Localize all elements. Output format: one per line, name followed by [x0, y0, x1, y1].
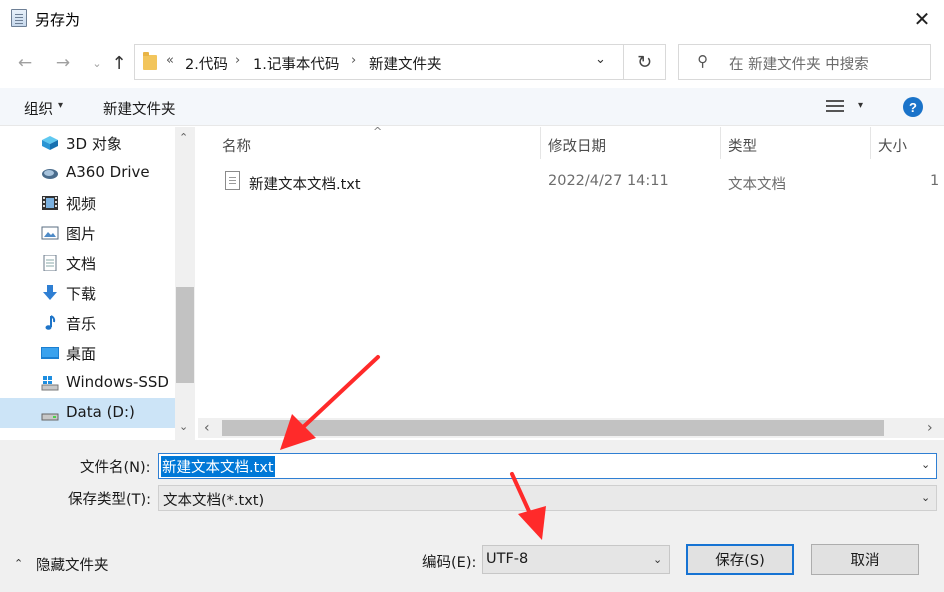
filetype-value: 文本文档(*.txt)	[163, 493, 265, 509]
encoding-dropdown-icon[interactable]: ⌄	[653, 553, 662, 566]
cloud-drive-icon	[42, 169, 58, 179]
breadcrumb-item[interactable]: 1.记事本代码	[253, 53, 339, 74]
filename-dropdown-icon[interactable]: ⌄	[921, 458, 930, 471]
command-toolbar: 组织 ▾ 新建文件夹 ▾ ?	[0, 88, 944, 126]
column-divider[interactable]	[870, 127, 871, 159]
file-type-cell: 文本文档	[728, 177, 786, 193]
scroll-left-icon[interactable]: ‹	[204, 420, 210, 436]
refresh-button[interactable]: ↻	[624, 44, 666, 80]
scroll-down-icon[interactable]: ⌄	[179, 420, 188, 433]
address-dropdown-icon[interactable]: ⌄	[595, 52, 606, 67]
sidebar-item-a360-drive[interactable]: A360 Drive	[0, 158, 175, 188]
column-header-name[interactable]: 名称	[222, 135, 251, 156]
sidebar-item-label: 下载	[66, 285, 97, 303]
sidebar-scrollbar[interactable]	[175, 127, 195, 440]
filename-label: 文件名(N):	[80, 460, 151, 476]
sidebar-item-desktop[interactable]: 桌面	[0, 338, 175, 368]
navigation-bar: ← → ⌄ ↑ « 2.代码 › 1.记事本代码 › 新建文件夹 ⌄ ↻ ⚲ 在…	[0, 38, 944, 88]
file-modified-cell: 2022/4/27 14:11	[548, 173, 669, 189]
file-list: ^ 名称 修改日期 类型 大小 新建文本文档.txt 2022/4/27 14:…	[198, 125, 944, 440]
sidebar-item-downloads[interactable]: 下载	[0, 278, 175, 308]
filetype-dropdown-icon[interactable]: ⌄	[921, 491, 930, 504]
breadcrumb-item[interactable]: 新建文件夹	[369, 53, 442, 74]
notepad-icon	[11, 9, 27, 27]
folder-icon	[143, 52, 157, 70]
forward-button[interactable]: →	[50, 50, 76, 76]
help-icon[interactable]: ?	[903, 97, 923, 117]
sidebar-item-label: 文档	[66, 255, 97, 273]
column-header-type[interactable]: 类型	[728, 135, 757, 156]
filename-value: 新建文本文档.txt	[161, 456, 275, 477]
close-button[interactable]: ✕	[900, 0, 944, 38]
sort-ascending-icon: ^	[373, 125, 383, 138]
sidebar-item-label: 视频	[66, 195, 97, 213]
encoding-select[interactable]: UTF-8 ⌄	[482, 545, 670, 574]
organize-caret-icon[interactable]: ▾	[58, 100, 63, 111]
sidebar-item-label: 音乐	[66, 315, 97, 333]
new-folder-button[interactable]: 新建文件夹	[103, 98, 176, 119]
column-divider[interactable]	[540, 127, 541, 159]
sidebar-item-pictures[interactable]: 图片	[0, 218, 175, 248]
windows-drive-icon	[41, 376, 59, 391]
sidebar-scroll-thumb[interactable]	[176, 287, 194, 383]
search-icon: ⚲	[697, 52, 708, 70]
chevron-up-icon[interactable]: ⌃	[14, 557, 23, 570]
back-button[interactable]: ←	[12, 50, 38, 76]
sidebar-item-music[interactable]: 音乐	[0, 308, 175, 338]
sidebar-item-label: 桌面	[66, 345, 97, 363]
save-button[interactable]: 保存(S)	[686, 544, 794, 575]
hide-folders-button[interactable]: 隐藏文件夹	[36, 554, 109, 575]
file-name-cell: 新建文本文档.txt	[249, 177, 361, 193]
filename-field[interactable]: 新建文本文档.txt ⌄	[158, 453, 937, 479]
save-form: 文件名(N): 新建文本文档.txt ⌄ 保存类型(T): 文本文档(*.txt…	[0, 440, 944, 592]
horizontal-scrollbar[interactable]: ‹ ›	[198, 418, 944, 438]
title-bar: 另存为 ✕	[0, 0, 944, 38]
download-icon	[43, 285, 57, 300]
sidebar-item-label: 3D 对象	[66, 135, 122, 153]
breadcrumb-separator[interactable]: ›	[351, 53, 356, 68]
filetype-select[interactable]: 文本文档(*.txt) ⌄	[158, 485, 937, 511]
search-placeholder: 在 新建文件夹 中搜索	[729, 57, 869, 73]
sidebar-item-3d-objects[interactable]: 3D 对象	[0, 128, 175, 158]
sidebar-item-label: Windows-SSD (	[66, 373, 180, 391]
window-title: 另存为	[35, 11, 81, 29]
navigation-pane: 3D 对象 A360 Drive 视频 图片 文档 下载 音乐 桌面 Windo…	[0, 127, 198, 440]
column-header-size[interactable]: 大小	[878, 135, 907, 156]
sidebar-item-label: Data (D:)	[66, 403, 135, 421]
filetype-label: 保存类型(T):	[68, 492, 152, 508]
column-divider[interactable]	[720, 127, 721, 159]
text-file-icon	[225, 171, 240, 190]
encoding-value: UTF-8	[486, 551, 529, 567]
sidebar-item-documents[interactable]: 文档	[0, 248, 175, 278]
search-input[interactable]: ⚲ 在 新建文件夹 中搜索	[678, 44, 931, 80]
3d-objects-icon	[42, 136, 58, 150]
column-header-modified[interactable]: 修改日期	[548, 135, 606, 156]
scroll-right-icon[interactable]: ›	[927, 420, 933, 436]
organize-button[interactable]: 组织	[24, 98, 53, 119]
encoding-label: 编码(E):	[422, 555, 477, 571]
breadcrumb-separator[interactable]: ›	[235, 53, 240, 68]
sidebar-item-videos[interactable]: 视频	[0, 188, 175, 218]
documents-icon	[43, 255, 57, 271]
sidebar-item-label: A360 Drive	[66, 163, 150, 181]
cancel-button[interactable]: 取消	[811, 544, 919, 575]
desktop-icon	[41, 347, 59, 359]
video-icon	[42, 196, 58, 210]
pictures-icon	[41, 226, 59, 240]
sidebar-item-data-drive[interactable]: Data (D:)	[0, 398, 175, 428]
sidebar-item-windows-ssd[interactable]: Windows-SSD (	[0, 368, 180, 398]
scroll-up-icon[interactable]: ⌃	[179, 131, 188, 144]
data-drive-icon	[41, 413, 59, 421]
music-icon	[45, 315, 56, 330]
breadcrumb-item[interactable]: 2.代码	[185, 53, 228, 74]
horizontal-scroll-thumb[interactable]	[222, 420, 884, 436]
view-caret-icon[interactable]: ▾	[858, 100, 863, 111]
up-button[interactable]: ↑	[106, 50, 132, 76]
table-row[interactable]: 新建文本文档.txt 2022/4/27 14:11 文本文档 1	[218, 165, 942, 197]
sidebar-item-label: 图片	[66, 225, 97, 243]
view-options-icon[interactable]	[826, 99, 844, 113]
address-bar[interactable]: « 2.代码 › 1.记事本代码 › 新建文件夹 ⌄	[134, 44, 624, 80]
file-size-cell: 1	[930, 173, 940, 189]
breadcrumb-overflow[interactable]: «	[166, 53, 174, 68]
